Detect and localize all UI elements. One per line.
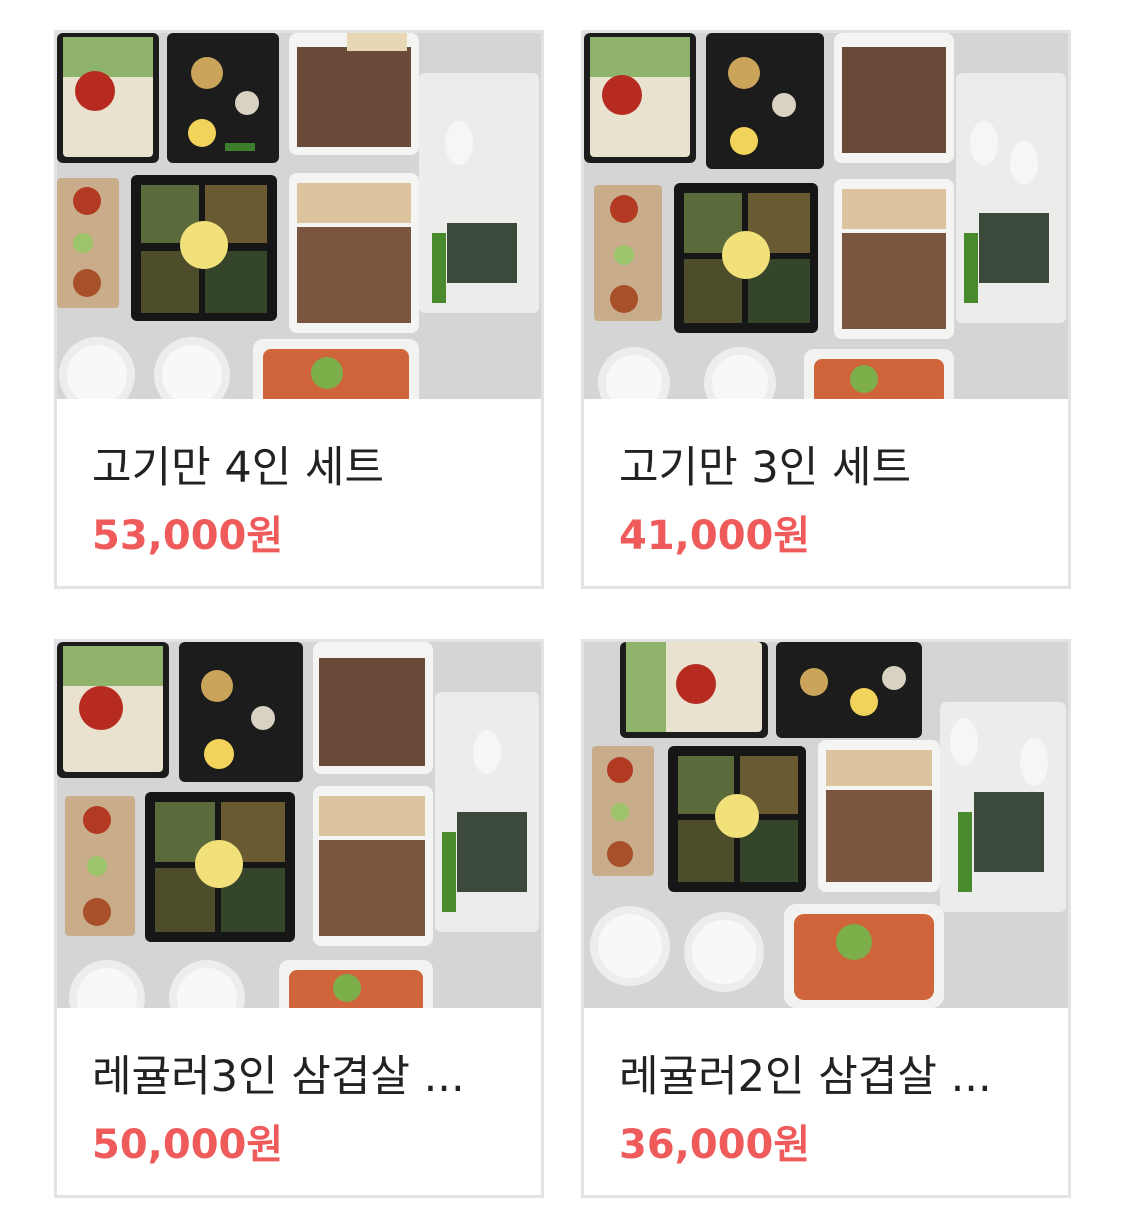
product-price: 36,000원 — [619, 1122, 811, 1168]
product-image[interactable] — [584, 642, 1068, 1008]
product-price: 50,000원 — [92, 1122, 284, 1168]
product-card[interactable]: 고기만 4인 세트 53,000원 — [54, 30, 544, 589]
product-name: 고기만 4인 세트 — [92, 443, 385, 493]
meal-kit-photo-icon — [584, 642, 1068, 1008]
product-card[interactable]: 레귤러2인 삼겹살 ... 36,000원 — [581, 639, 1071, 1198]
meal-kit-photo-icon — [57, 33, 541, 399]
product-image[interactable] — [57, 33, 541, 399]
product-price: 41,000원 — [619, 513, 811, 559]
product-name: 레귤러2인 삼겹살 ... — [619, 1052, 992, 1102]
product-card[interactable]: 고기만 3인 세트 41,000원 — [581, 30, 1071, 589]
product-name: 레귤러3인 삼겹살 ... — [92, 1052, 465, 1102]
product-name: 고기만 3인 세트 — [619, 443, 912, 493]
meal-kit-photo-icon — [57, 642, 541, 1008]
product-image[interactable] — [57, 642, 541, 1008]
product-image[interactable] — [584, 33, 1068, 399]
meal-kit-photo-icon — [584, 33, 1068, 399]
product-price: 53,000원 — [92, 513, 284, 559]
product-card[interactable]: 레귤러3인 삼겹살 ... 50,000원 — [54, 639, 544, 1198]
